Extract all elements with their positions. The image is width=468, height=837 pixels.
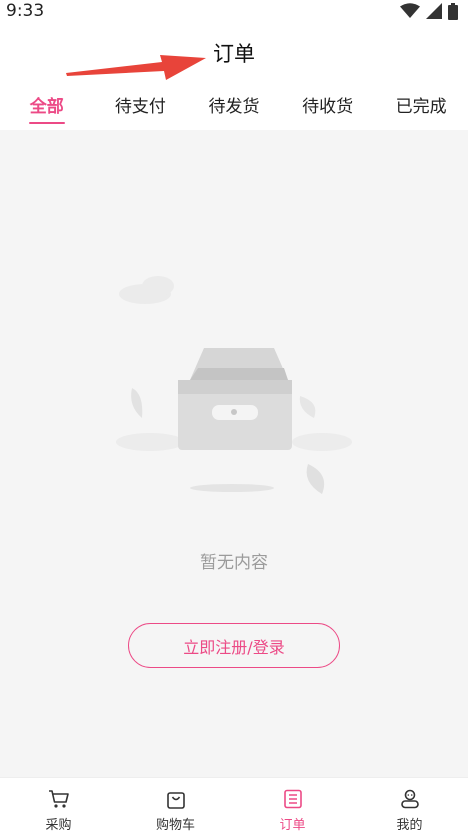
nav-item-shopping-cart[interactable]: 购物车 xyxy=(117,778,234,837)
tab-pending-shipment[interactable]: 待发货 xyxy=(187,84,281,117)
empty-state-text: 暂无内容 xyxy=(200,553,268,573)
tab-label: 已完成 xyxy=(395,97,447,117)
tab-label: 全部 xyxy=(29,97,64,117)
nav-label: 购物车 xyxy=(155,818,195,833)
tab-all[interactable]: 全部 xyxy=(0,84,94,124)
profile-icon xyxy=(400,789,419,809)
battery-icon xyxy=(448,2,458,20)
wifi-icon xyxy=(400,3,420,18)
nav-item-purchase[interactable]: 采购 xyxy=(0,778,117,837)
shopping-bag-icon xyxy=(166,792,185,809)
order-list-area[interactable]: 暂无内容 立即注册/登录 xyxy=(0,130,468,777)
cart-icon xyxy=(48,790,69,808)
order-list-icon xyxy=(283,789,302,809)
tab-pending-receipt[interactable]: 待收货 xyxy=(281,84,375,117)
tab-active-indicator xyxy=(28,122,65,124)
page-title: 订单 xyxy=(213,42,255,66)
tab-label: 待收货 xyxy=(302,97,354,117)
register-login-button[interactable]: 立即注册/登录 xyxy=(128,623,340,668)
tab-pending-payment[interactable]: 待支付 xyxy=(94,84,188,117)
status-time: 9:33 xyxy=(6,1,45,21)
order-tabs: 全部 待支付 待发货 待收货 已完成 xyxy=(0,84,468,128)
bottom-nav: 采购 购物车 订单 我的 xyxy=(0,777,468,837)
nav-item-orders[interactable]: 订单 xyxy=(234,778,351,837)
status-bar: 9:33 xyxy=(0,0,468,22)
nav-label: 订单 xyxy=(279,818,306,833)
signal-icon xyxy=(426,3,442,19)
nav-label: 我的 xyxy=(396,818,423,833)
tab-label: 待支付 xyxy=(114,97,166,117)
empty-box-icon xyxy=(116,276,352,494)
nav-item-profile[interactable]: 我的 xyxy=(351,778,468,837)
nav-label: 采购 xyxy=(45,818,72,833)
tab-completed[interactable]: 已完成 xyxy=(374,84,468,117)
red-arrow-icon xyxy=(66,55,206,80)
tab-label: 待发货 xyxy=(208,97,260,117)
status-icons xyxy=(400,2,458,20)
